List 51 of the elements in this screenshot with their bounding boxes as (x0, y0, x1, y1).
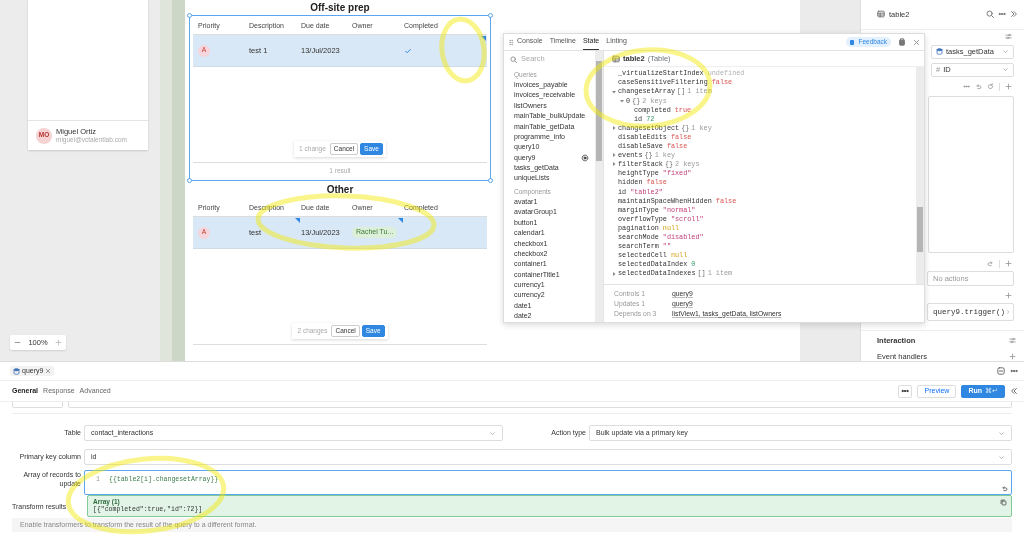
refresh-icon[interactable] (987, 83, 994, 91)
drag-handle-icon[interactable] (508, 38, 515, 46)
copy-icon[interactable] (1000, 499, 1007, 506)
locate-icon[interactable] (581, 154, 589, 163)
highlight-mark (439, 16, 487, 84)
chevron-down-icon (1002, 48, 1009, 56)
table-icon (877, 10, 885, 19)
add-icon[interactable] (1005, 291, 1012, 299)
chevron-right-icon (1005, 309, 1011, 316)
reset-icon[interactable] (1001, 485, 1008, 492)
caret-icon[interactable] (612, 271, 616, 276)
database-icon (13, 367, 20, 375)
database-icon (936, 48, 943, 56)
resize-handle[interactable] (488, 178, 493, 183)
undo-icon[interactable] (975, 83, 982, 91)
add-icon[interactable] (1009, 352, 1016, 360)
chevron-down-icon (1002, 66, 1009, 74)
collapse-icon[interactable] (1010, 10, 1018, 19)
table-icon (612, 54, 620, 63)
more-icon[interactable] (1010, 367, 1018, 375)
close-icon[interactable] (913, 38, 920, 46)
more-button[interactable] (898, 384, 913, 398)
redo-icon[interactable] (987, 260, 994, 267)
chevron-down-icon (998, 429, 1005, 437)
more-icon[interactable] (963, 83, 970, 91)
chevron-down-icon (998, 453, 1005, 461)
close-icon[interactable] (45, 368, 52, 374)
caret-icon[interactable] (612, 126, 616, 131)
scrollbar[interactable] (595, 51, 603, 322)
settings-icon[interactable] (1005, 33, 1012, 41)
add-icon[interactable] (1005, 260, 1012, 267)
check-icon (404, 46, 412, 55)
zoom-in-icon[interactable] (55, 339, 63, 346)
zoom-out-icon[interactable] (13, 339, 21, 346)
chevron-down-icon (489, 429, 496, 437)
table-title: Off-site prep (309, 1, 371, 15)
table-title: Other (325, 183, 355, 197)
settings-icon[interactable] (1009, 337, 1016, 345)
more-icon (901, 387, 910, 395)
resize-handle[interactable] (488, 13, 493, 18)
search-icon[interactable] (986, 10, 994, 19)
add-icon[interactable] (1005, 83, 1012, 91)
scrollbar[interactable] (916, 67, 924, 284)
clipboard-icon[interactable] (898, 38, 906, 46)
minimize-icon[interactable] (997, 367, 1005, 375)
resize-handle[interactable] (187, 13, 192, 18)
search-icon (510, 55, 517, 63)
caret-icon[interactable] (612, 162, 616, 167)
collapse-icon[interactable] (1010, 387, 1018, 395)
resize-handle[interactable] (187, 178, 192, 183)
caret-icon[interactable] (612, 153, 616, 158)
